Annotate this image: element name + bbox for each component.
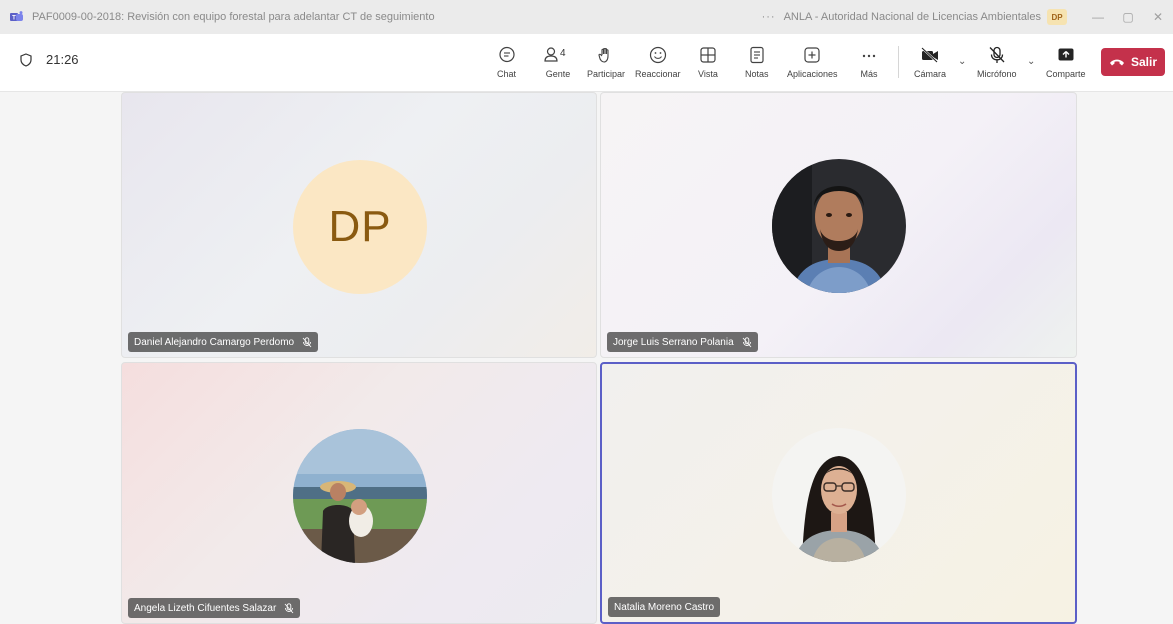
shield-icon [20,52,32,67]
participant-name-tag: Jorge Luis Serrano Polania [607,332,758,352]
ellipsis-icon [862,54,876,58]
grid-icon [700,47,716,63]
participant-avatar: DP [293,160,427,294]
raise-hand-label: Participar [587,69,626,79]
meeting-timer: 21:26 [20,52,79,67]
people-count: 4 [560,48,566,59]
add-app-icon [804,47,820,63]
account-avatar[interactable]: DP [1047,9,1067,25]
notes-icon [750,46,764,64]
people-icon [544,47,558,62]
smiley-icon [649,46,666,64]
participant-tile[interactable]: Jorge Luis Serrano Polania [600,92,1077,358]
mic-off-icon [284,602,294,614]
more-label: Más [860,69,878,79]
mic-off-icon [742,336,752,348]
participant-tile-active-speaker[interactable]: Natalia Moreno Castro [600,362,1077,624]
react-label: Reaccionar [635,69,681,79]
participant-photo [293,429,427,563]
view-button[interactable]: Vista [698,44,718,79]
participant-name-tag: Natalia Moreno Castro [608,597,721,617]
video-gallery: DP Daniel Alejandro Camargo Perdomo Jorg… [0,92,1173,624]
teams-logo-icon: T [10,11,23,21]
mic-off-icon [302,336,312,348]
organization-name: ANLA - Autoridad Nacional de Licencias A… [783,11,1041,23]
view-label: Vista [698,69,718,79]
minimize-button[interactable]: — [1083,10,1113,24]
close-button[interactable]: ✕ [1143,10,1173,24]
participant-name: Daniel Alejandro Camargo Perdomo [134,336,295,348]
window-title-bar: T PAF0009-00-2018: Revisión con equipo f… [0,0,1173,34]
participant-tile[interactable]: DP Daniel Alejandro Camargo Perdomo [121,92,597,358]
meeting-toolbar: 21:26 Chat 4 Gente Participar Reaccionar… [0,34,1173,92]
leave-label: Salir [1130,55,1157,69]
timer-text: 21:26 [46,52,79,67]
participant-photo [772,428,906,562]
chat-button[interactable]: Chat [497,44,516,79]
participant-name: Jorge Luis Serrano Polania [613,336,734,348]
people-label: Gente [545,69,571,79]
react-button[interactable]: Reaccionar [635,44,681,79]
restore-button[interactable]: ▢ [1113,10,1143,24]
mic-off-icon [989,46,1005,63]
camera-label: Cámara [914,69,947,79]
meeting-title: PAF0009-00-2018: Revisión con equipo for… [32,11,435,23]
camera-off-icon [921,47,938,63]
microphone-button[interactable]: Micrófono [977,44,1017,79]
share-screen-icon [1058,48,1074,61]
participant-photo [772,159,906,293]
title-more-button[interactable]: ··· [762,11,776,23]
raise-hand-icon [598,48,609,63]
apps-label: Aplicaciones [787,69,838,79]
notes-label: Notas [745,69,769,79]
share-button[interactable]: Comparte [1046,44,1086,79]
chat-icon [498,46,515,63]
notes-button[interactable]: Notas [745,44,769,79]
camera-options-chevron-down-icon[interactable]: ⌄ [958,56,966,67]
leave-button[interactable]: Salir [1101,48,1165,76]
participant-name: Angela Lizeth Cifuentes Salazar [134,602,277,614]
chat-label: Chat [497,69,517,79]
toolbar-divider [898,46,899,78]
apps-button[interactable]: Aplicaciones [787,44,838,79]
people-button[interactable]: 4 Gente [543,44,573,79]
participant-name: Natalia Moreno Castro [614,601,715,613]
raise-hand-button[interactable]: Participar [587,44,625,79]
participant-name-tag: Angela Lizeth Cifuentes Salazar [128,598,301,618]
microphone-options-chevron-down-icon[interactable]: ⌄ [1027,56,1035,67]
more-button[interactable]: Más [860,44,878,79]
participant-name-tag: Daniel Alejandro Camargo Perdomo [128,332,319,352]
participant-tile[interactable]: Angela Lizeth Cifuentes Salazar [121,362,597,624]
phone-hangup-icon [1109,59,1124,66]
camera-button[interactable]: Cámara [914,44,946,79]
share-label: Comparte [1046,69,1086,79]
svg-text:T: T [12,15,16,21]
microphone-label: Micrófono [977,69,1017,79]
